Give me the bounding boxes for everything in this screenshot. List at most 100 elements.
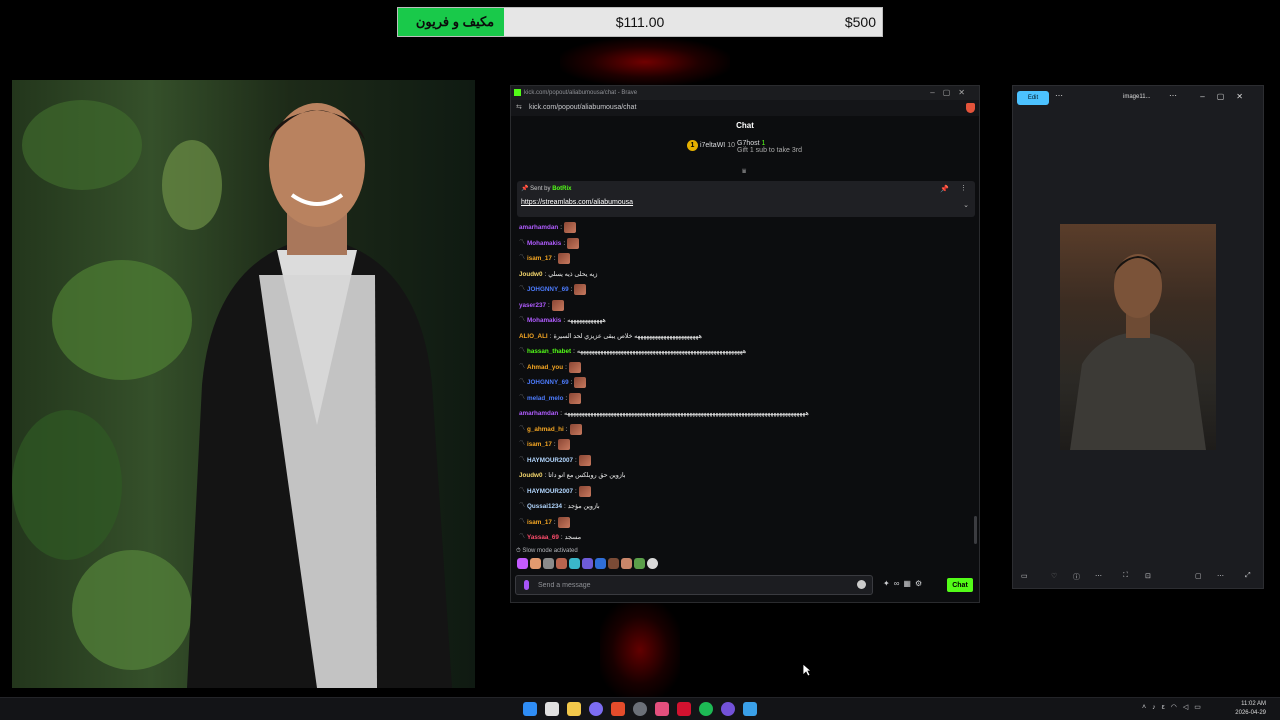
chat-username[interactable]: JOHGNNY_69 <box>527 375 569 391</box>
emote-icon <box>568 361 581 373</box>
chat-username[interactable]: Mohamakis <box>527 313 561 329</box>
separator: : <box>553 255 556 262</box>
favorite-icon[interactable]: ♡ <box>1051 572 1057 580</box>
filmstrip-icon[interactable]: ▭ <box>1021 572 1028 580</box>
users-icon[interactable]: ✦ <box>883 579 894 588</box>
chat-username[interactable]: JOHGNNY_69 <box>527 282 569 298</box>
gifter-first[interactable]: 1 i7eltaWI 10 <box>687 140 735 151</box>
chat-username[interactable]: Ahmad_you <box>527 360 563 376</box>
unpin-icon[interactable]: 📌 <box>940 185 949 193</box>
acrobat-icon[interactable] <box>677 702 691 716</box>
window-controls[interactable]: –▢✕ <box>930 88 973 97</box>
more-options-icon[interactable]: ⋯ <box>1095 572 1102 580</box>
battery-icon[interactable]: ▭ <box>1194 704 1207 711</box>
crop-icon[interactable]: ⛶ <box>1123 572 1128 580</box>
site-info-icon[interactable]: ⇆ <box>516 103 522 111</box>
more-options-icon[interactable]: ⋯ <box>1055 91 1063 100</box>
emote-quick-bar[interactable] <box>517 558 658 570</box>
chat-username[interactable]: isam_17 <box>527 251 552 267</box>
chat-scrollbar[interactable] <box>974 516 977 544</box>
send-chat-button[interactable]: Chat <box>947 578 973 592</box>
chat-message: 〽 isam_17: <box>519 437 974 453</box>
sub-badge-icon: 〽 <box>519 441 526 447</box>
chat-username[interactable]: Yassaa_69 <box>527 530 559 546</box>
chat-username[interactable]: HAYMOUR2007 <box>527 484 573 500</box>
emote-icon[interactable] <box>621 558 632 569</box>
filter-icon[interactable]: ⩸ <box>742 168 746 176</box>
gear-icon[interactable]: ⚙ <box>915 579 926 588</box>
address-bar[interactable]: ⇆ kick.com/popout/aliabumousa/chat <box>511 100 979 116</box>
separator: : <box>565 363 567 371</box>
separator: : <box>560 410 562 417</box>
streamlabs-icon[interactable] <box>655 702 669 716</box>
chat-message: Joudw0: زيه يحلى ذيه يسلي <box>519 267 974 283</box>
keyboard-icon[interactable]: ε <box>1162 704 1171 711</box>
photos-icon[interactable] <box>743 702 757 716</box>
emote-icon[interactable] <box>595 558 606 569</box>
fullscreen-icon[interactable]: ▢ <box>1195 572 1202 580</box>
chat-username[interactable]: hassan_thabet <box>527 344 571 360</box>
info-icon[interactable]: ⓘ <box>1073 572 1080 582</box>
emote-icon[interactable] <box>517 558 528 569</box>
url-text[interactable]: kick.com/popout/aliabumousa/chat <box>529 104 636 111</box>
edit-button[interactable]: Edit <box>1017 91 1049 105</box>
fit-icon[interactable]: ⊡ <box>1145 572 1151 580</box>
brave-browser-icon[interactable] <box>611 702 625 716</box>
system-tray[interactable]: ˄♪ε◠◁▭ <box>1142 703 1207 711</box>
emoji-picker-icon[interactable] <box>857 580 866 589</box>
discord-icon[interactable] <box>589 702 603 716</box>
chevron-down-icon[interactable]: ⌄ <box>963 201 969 209</box>
mic-icon[interactable] <box>524 580 529 590</box>
chat-username[interactable]: Mohamakis <box>527 236 561 252</box>
wifi-icon[interactable]: ◠ <box>1171 704 1183 711</box>
emote-icon[interactable] <box>634 558 645 569</box>
chat-tools[interactable]: ✦∞▦⚙ <box>883 579 926 588</box>
expand-icon[interactable]: ⤢ <box>1245 572 1251 580</box>
pinned-link[interactable]: https://streamlabs.com/aliabumousa <box>521 199 633 206</box>
chat-username[interactable]: Joudw0 <box>519 468 542 484</box>
file-explorer-icon[interactable] <box>567 702 581 716</box>
volume-icon[interactable]: ◁ <box>1183 704 1194 711</box>
gifter-second[interactable]: G7host 1 Gift 1 sub to take 3rd <box>737 140 802 154</box>
chat-username[interactable]: melad_melo <box>527 391 563 407</box>
chat-message: Joudw0: بازوين حق روبلكس مع انو داتا <box>519 468 974 484</box>
chat-username[interactable]: amarhamdan <box>519 220 558 236</box>
chat-username[interactable]: HAYMOUR2007 <box>527 453 573 469</box>
brave-shield-icon[interactable] <box>966 103 975 113</box>
chat-username[interactable]: Joudw0 <box>519 267 542 283</box>
chevron-up-icon[interactable]: ˄ <box>1142 704 1152 711</box>
chat-username[interactable]: ALIO_ALI <box>519 329 548 345</box>
chat-username[interactable]: isam_17 <box>527 515 552 531</box>
start-menu-icon[interactable] <box>523 702 537 716</box>
emote-icon[interactable] <box>530 558 541 569</box>
more-options-icon[interactable]: ⋮ <box>960 184 967 192</box>
emote-icon <box>557 516 570 528</box>
obs-icon[interactable] <box>633 702 647 716</box>
emote-icon[interactable] <box>569 558 580 569</box>
store-icon[interactable]: ▦ <box>903 579 915 588</box>
emote-icon[interactable] <box>556 558 567 569</box>
chat-username[interactable]: yaser237 <box>519 298 546 314</box>
spotify-icon[interactable] <box>699 702 713 716</box>
chat-username[interactable]: isam_17 <box>527 437 552 453</box>
chat-text: ههههههههههههههههههههههه خلاص يبقى عزيزي … <box>553 332 702 340</box>
emote-icon[interactable] <box>647 558 658 569</box>
chat-username[interactable]: g_ahmad_hi <box>527 422 564 438</box>
system-clock[interactable]: 11:02 AM 2026-04-29 <box>1235 700 1266 718</box>
gifter-note: Gift 1 sub to take 3rd <box>737 147 802 154</box>
mic-icon[interactable]: ♪ <box>1152 704 1162 711</box>
message-input[interactable] <box>538 579 838 591</box>
chat-app-icon[interactable] <box>721 702 735 716</box>
window-controls[interactable]: –▢✕ <box>1200 92 1255 101</box>
infinity-icon[interactable]: ∞ <box>894 579 904 588</box>
emote-icon[interactable] <box>582 558 593 569</box>
message-composer[interactable] <box>515 575 873 595</box>
chat-username[interactable]: amarhamdan <box>519 406 558 422</box>
calculator-icon[interactable] <box>545 702 559 716</box>
emote-icon[interactable] <box>608 558 619 569</box>
chat-message: 〽 Qussai1234: بازوين مؤجد <box>519 499 974 515</box>
emote-icon[interactable] <box>543 558 554 569</box>
chat-username[interactable]: Qussai1234 <box>527 499 562 515</box>
more-options-icon[interactable]: ⋯ <box>1217 572 1224 580</box>
more-options-icon[interactable]: ⋯ <box>1169 91 1177 100</box>
